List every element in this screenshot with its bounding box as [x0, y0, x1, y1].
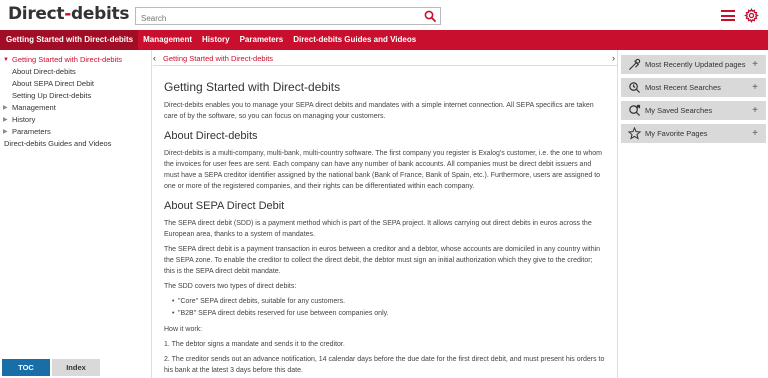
star-icon [627, 127, 641, 141]
toc-item-label: Parameters [12, 127, 51, 136]
list-item: "B2B" SEPA direct debits reserved for us… [172, 308, 605, 320]
caret-right-icon[interactable]: ▶ [3, 102, 8, 114]
toc-item-setting-up[interactable]: Setting Up Direct-debits [0, 90, 151, 102]
caret-down-icon[interactable]: ▼ [3, 54, 9, 66]
saved-searches-icon [627, 104, 641, 118]
page-title: Getting Started with Direct-debits [164, 80, 341, 94]
toc-item-guides-videos[interactable]: Direct-debits Guides and Videos [0, 138, 151, 150]
accordion-label: Most Recent Searches [645, 83, 721, 92]
search-button[interactable] [421, 8, 439, 24]
nav-item-guides-videos[interactable]: Direct-debits Guides and Videos [288, 30, 421, 50]
toc-item-label: Setting Up Direct-debits [12, 91, 92, 100]
toc-item-label: About SEPA Direct Debit [12, 79, 94, 88]
search-icon [424, 10, 436, 22]
accordion-favorite-pages[interactable]: My Favorite Pages + [621, 124, 766, 143]
search-input[interactable] [136, 10, 416, 27]
header: Direct-debits [0, 0, 768, 30]
toc-item-label: Getting Started with Direct-debits [12, 55, 123, 64]
logo-text-suffix: debits [71, 4, 130, 24]
toc-item-about-direct-debits[interactable]: About Direct-debits [0, 66, 151, 78]
right-panel: Most Recently Updated pages + Most Recen… [617, 50, 768, 378]
intro-paragraph: Direct-debits enables you to manage your… [164, 102, 594, 120]
caret-right-icon[interactable]: ▶ [3, 114, 8, 126]
step-item: 1. The debtor signs a mandate and sends … [164, 341, 345, 348]
toc-item-about-sepa[interactable]: About SEPA Direct Debit [0, 78, 151, 90]
recently-updated-icon [627, 58, 641, 72]
paragraph: The SEPA direct debit is a payment trans… [164, 246, 601, 275]
section-heading-about-direct-debits: About Direct-debits [164, 130, 258, 142]
expand-icon[interactable]: + [750, 128, 760, 139]
toc-sidebar: ▼ Getting Started with Direct-debits Abo… [0, 50, 152, 378]
accordion-recent-searches[interactable]: Most Recent Searches + [621, 78, 766, 97]
nav-item-management[interactable]: Management [138, 30, 197, 50]
section-heading-about-sepa: About SEPA Direct Debit [164, 200, 285, 212]
accordion-label: My Favorite Pages [645, 129, 708, 138]
toc-item-label: Management [12, 103, 56, 112]
tab-toc[interactable]: TOC [2, 359, 50, 376]
toc-item-label: About Direct-debits [12, 67, 76, 76]
toc-item-label: Direct-debits Guides and Videos [4, 139, 112, 148]
gear-icon[interactable] [744, 8, 759, 23]
main-navbar: Getting Started with Direct-debits Manag… [0, 30, 768, 50]
app-logo[interactable]: Direct-debits [8, 4, 129, 24]
paragraph: Direct-debits is a multi-company, multi-… [164, 150, 602, 190]
accordion-recently-updated[interactable]: Most Recently Updated pages + [621, 55, 766, 74]
tab-index[interactable]: Index [52, 359, 100, 376]
paragraph: How it work: [164, 326, 203, 333]
accordion-label: Most Recently Updated pages [645, 60, 746, 69]
step-item: 2. The creditor sends out an advance not… [164, 356, 605, 374]
accordion-label: My Saved Searches [645, 106, 713, 115]
toc-tree: ▼ Getting Started with Direct-debits Abo… [0, 50, 151, 150]
sidebar-tabs: TOC Index [2, 359, 102, 376]
hamburger-menu-icon[interactable] [721, 10, 735, 21]
toc-item-getting-started[interactable]: ▼ Getting Started with Direct-debits [0, 54, 151, 66]
expand-icon[interactable]: + [750, 59, 760, 70]
chevron-right-icon[interactable]: › [612, 50, 615, 67]
toc-item-management[interactable]: ▶ Management [0, 102, 151, 114]
breadcrumb: ‹ Getting Started with Direct-debits › [153, 50, 617, 66]
chevron-left-icon[interactable]: ‹ [153, 50, 156, 67]
nav-item-getting-started[interactable]: Getting Started with Direct-debits [0, 30, 139, 50]
search-box [135, 7, 441, 27]
caret-right-icon[interactable]: ▶ [3, 126, 8, 138]
expand-icon[interactable]: + [750, 82, 760, 93]
content-pane: ‹ Getting Started with Direct-debits › G… [153, 50, 617, 378]
toc-item-parameters[interactable]: ▶ Parameters [0, 126, 151, 138]
paragraph: The SDD covers two types of direct debit… [164, 283, 297, 290]
expand-icon[interactable]: + [750, 105, 760, 116]
breadcrumb-link[interactable]: Getting Started with Direct-debits [163, 54, 273, 63]
nav-item-parameters[interactable]: Parameters [235, 30, 289, 50]
accordion-saved-searches[interactable]: My Saved Searches + [621, 101, 766, 120]
bullet-list: "Core" SEPA direct debits, suitable for … [172, 296, 605, 320]
toc-item-history[interactable]: ▶ History [0, 114, 151, 126]
nav-item-history[interactable]: History [197, 30, 235, 50]
recent-searches-icon [627, 81, 641, 95]
paragraph: The SEPA direct debit (SDD) is a payment… [164, 220, 592, 238]
toc-item-label: History [12, 115, 36, 124]
logo-text-prefix: Direct [8, 4, 65, 24]
list-item: "Core" SEPA direct debits, suitable for … [172, 296, 605, 308]
article: Getting Started with Direct-debits Direc… [153, 66, 617, 376]
